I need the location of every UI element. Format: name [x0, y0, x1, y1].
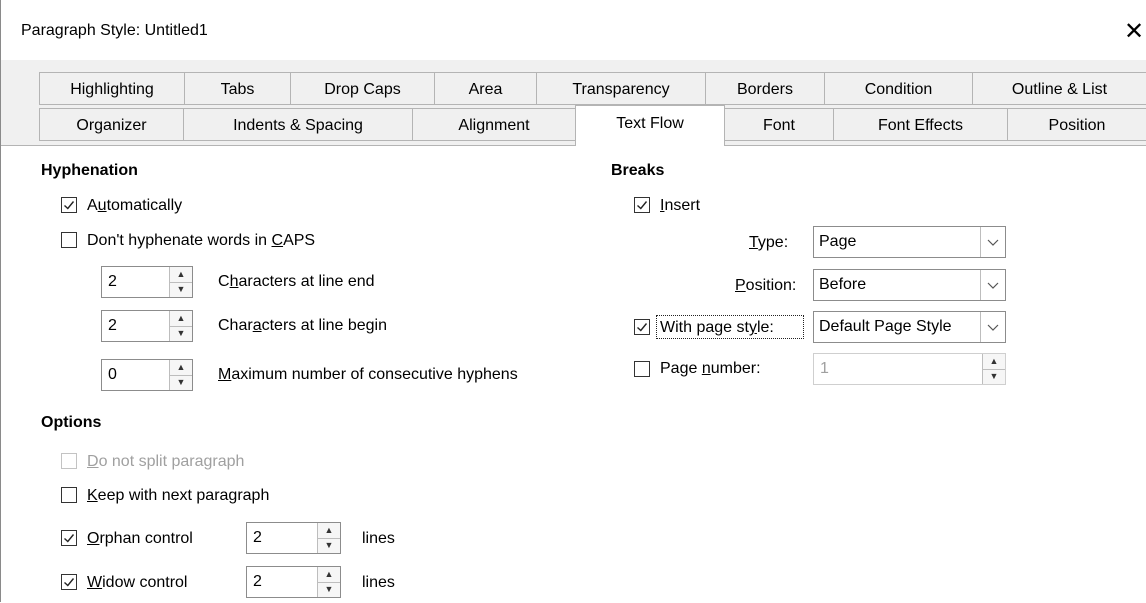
tab-indents-spacing[interactable]: Indents & Spacing — [183, 108, 413, 141]
hyphenation-heading: Hyphenation — [41, 162, 138, 179]
spin-up-icon[interactable]: ▲ — [318, 523, 340, 539]
chevron-down-icon[interactable] — [980, 227, 1005, 257]
chars-line-end-label: Characters at line end — [218, 273, 375, 290]
orphan-lines-unit: lines — [362, 530, 395, 547]
tab-highlighting[interactable]: Highlighting — [39, 72, 185, 105]
max-hyphens-label: Maximum number of consecutive hyphens — [218, 366, 518, 383]
spin-down-icon[interactable]: ▼ — [983, 369, 1005, 384]
widow-lines-spinbox[interactable]: 2 ▲ ▼ — [246, 566, 341, 598]
dialog-title: Paragraph Style: Untitled1 — [21, 22, 208, 39]
checkmark-icon — [64, 201, 75, 210]
do-not-split-checkbox[interactable] — [61, 453, 77, 469]
spin-up-icon[interactable]: ▲ — [170, 360, 192, 376]
spin-up-icon[interactable]: ▲ — [318, 567, 340, 583]
insert-break-label[interactable]: Insert — [660, 197, 700, 215]
tab-drop-caps[interactable]: Drop Caps — [290, 72, 435, 105]
breaks-heading: Breaks — [611, 162, 665, 179]
spin-down-icon[interactable]: ▼ — [318, 538, 340, 553]
paragraph-style-dialog: Paragraph Style: Untitled1 ✕ Highlightin… — [0, 0, 1146, 603]
close-icon[interactable]: ✕ — [1121, 12, 1146, 52]
orphan-control-label[interactable]: Orphan control — [87, 530, 193, 548]
spin-up-icon[interactable]: ▲ — [983, 354, 1005, 370]
tab-font[interactable]: Font — [724, 108, 834, 141]
tab-position[interactable]: Position — [1007, 108, 1146, 141]
page-number-spinbox[interactable]: 1 ▲ ▼ — [813, 353, 1006, 385]
spin-up-icon[interactable]: ▲ — [170, 267, 192, 283]
tab-condition[interactable]: Condition — [824, 72, 973, 105]
spin-down-icon[interactable]: ▼ — [318, 582, 340, 597]
keep-with-next-checkbox[interactable] — [61, 487, 77, 503]
tab-font-effects[interactable]: Font Effects — [833, 108, 1008, 141]
automatically-checkbox[interactable] — [61, 197, 77, 213]
automatically-label[interactable]: Automatically — [87, 197, 182, 215]
spin-down-icon[interactable]: ▼ — [170, 375, 192, 390]
tab-borders[interactable]: Borders — [705, 72, 825, 105]
orphan-control-checkbox[interactable] — [61, 530, 77, 546]
checkmark-icon — [637, 201, 648, 210]
checkmark-icon — [64, 534, 75, 543]
chars-line-begin-label: Characters at line begin — [218, 317, 387, 334]
chars-line-begin-spinbox[interactable]: 2 ▲ ▼ — [101, 310, 193, 342]
checkmark-icon — [64, 578, 75, 587]
dont-hyphenate-caps-label[interactable]: Don't hyphenate words in CAPS — [87, 232, 315, 250]
page-number-label[interactable]: Page number: — [660, 360, 761, 378]
spin-down-icon[interactable]: ▼ — [170, 326, 192, 341]
chevron-down-icon[interactable] — [980, 270, 1005, 300]
orphan-lines-spinbox[interactable]: 2 ▲ ▼ — [246, 522, 341, 554]
tab-outline-list[interactable]: Outline & List — [972, 72, 1146, 105]
checkmark-icon — [637, 323, 648, 332]
widow-control-label[interactable]: Widow control — [87, 574, 187, 592]
tab-area[interactable]: Area — [434, 72, 537, 105]
options-heading: Options — [41, 414, 102, 431]
text-flow-panel: Hyphenation Automatically Don't hyphenat… — [1, 145, 1146, 603]
keep-with-next-label[interactable]: Keep with next paragraph — [87, 487, 269, 505]
page-number-checkbox[interactable] — [634, 361, 650, 377]
spin-down-icon[interactable]: ▼ — [170, 282, 192, 297]
tab-text-flow[interactable]: Text Flow — [575, 105, 725, 146]
do-not-split-label: Do not split paragraph — [87, 453, 245, 470]
page-style-select[interactable]: Default Page Style — [813, 311, 1006, 343]
break-type-select[interactable]: Page — [813, 226, 1006, 258]
with-page-style-checkbox[interactable] — [634, 319, 650, 335]
max-hyphens-spinbox[interactable]: 0 ▲ ▼ — [101, 359, 193, 391]
chars-line-end-spinbox[interactable]: 2 ▲ ▼ — [101, 266, 193, 298]
tab-tabs[interactable]: Tabs — [184, 72, 291, 105]
break-position-label: Position: — [735, 277, 797, 294]
spin-up-icon[interactable]: ▲ — [170, 311, 192, 327]
with-page-style-label[interactable]: With page style: — [660, 319, 774, 337]
insert-break-checkbox[interactable] — [634, 197, 650, 213]
tab-transparency[interactable]: Transparency — [536, 72, 706, 105]
widow-control-checkbox[interactable] — [61, 574, 77, 590]
break-type-label: Type: — [749, 234, 789, 251]
chevron-down-icon[interactable] — [980, 312, 1005, 342]
tab-alignment[interactable]: Alignment — [412, 108, 576, 141]
title-bar: Paragraph Style: Untitled1 ✕ — [1, 0, 1146, 60]
break-position-select[interactable]: Before — [813, 269, 1006, 301]
dont-hyphenate-caps-checkbox[interactable] — [61, 232, 77, 248]
widow-lines-unit: lines — [362, 574, 395, 591]
tab-organizer[interactable]: Organizer — [39, 108, 184, 141]
